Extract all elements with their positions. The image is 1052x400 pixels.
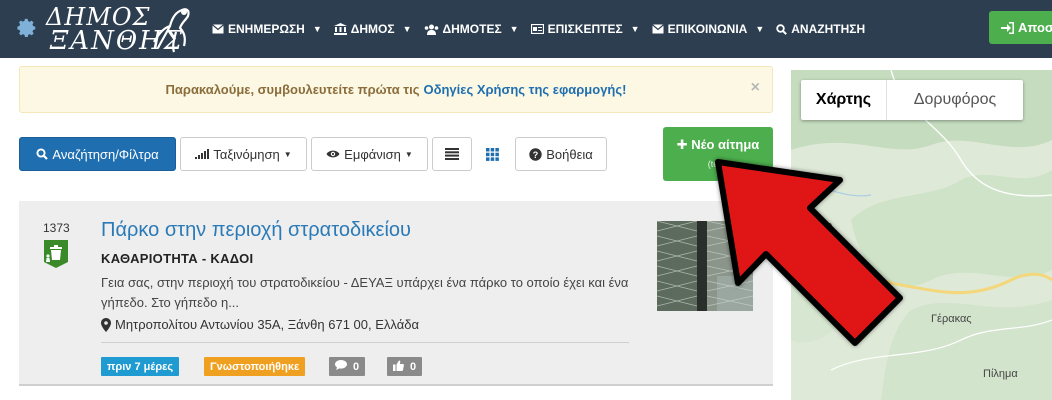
grid-icon bbox=[485, 147, 499, 161]
menu-item-label: ΑΝΑΖΗΤΗΣΗ bbox=[791, 22, 866, 36]
time-badge: πριν 7 μέρες bbox=[101, 357, 180, 376]
envelope-icon bbox=[651, 24, 664, 34]
issue-description: Γεια σας, στην περιοχή του στρατοδικείου… bbox=[101, 275, 629, 310]
tab-map[interactable]: Χάρτης bbox=[801, 80, 887, 120]
top-navbar: ΔΗΜΟΣ ΞΑΝΘΗΣ ΕΝΗΜΕΡΩΣΗ ▼ ΔΗΜΟΣ ▼ ΔΗΜΟΤΕΣ… bbox=[0, 0, 1052, 58]
menu-item-contact[interactable]: ΕΠΙΚΟΙΝΩΝΙΑ ▼ bbox=[651, 22, 765, 36]
search-icon bbox=[36, 148, 49, 160]
caret-down-icon: ▼ bbox=[283, 149, 292, 159]
map-type-tabs: Χάρτης Δορυφόρος bbox=[801, 80, 1023, 120]
menu-item-municipality[interactable]: ΔΗΜΟΣ ▼ bbox=[333, 22, 412, 36]
horse-rider-icon bbox=[153, 8, 190, 53]
map-place-label: Πίλημα bbox=[983, 368, 1018, 380]
issue-photo[interactable] bbox=[657, 221, 753, 311]
grid-view-button[interactable] bbox=[474, 137, 510, 171]
instructions-link[interactable]: Οδηγίες Χρήσης της εφαρμογής! bbox=[424, 82, 627, 97]
gear-icon[interactable] bbox=[16, 17, 38, 39]
login-button[interactable]: Αποσ bbox=[989, 11, 1052, 44]
menu-item-news[interactable]: ΕΝΗΜΕΡΩΣΗ ▼ bbox=[212, 22, 322, 36]
menu-item-label: ΕΝΗΜΕΡΩΣΗ bbox=[228, 22, 305, 36]
menu-item-label: ΕΠΙΣΚΕΠΤΕΣ bbox=[547, 22, 623, 36]
menu-item-label: ΕΠΙΚΟΙΝΩΝΙΑ bbox=[667, 22, 748, 36]
list-view-button[interactable] bbox=[432, 137, 472, 171]
menu-item-label: ΔΗΜΟΣ bbox=[350, 22, 395, 36]
caret-down-icon: ▼ bbox=[402, 24, 412, 34]
map-place-label: ρόμιο bbox=[805, 220, 833, 232]
comment-icon bbox=[335, 360, 347, 373]
sort-label: Ταξινόμηση bbox=[213, 146, 280, 162]
issue-title[interactable]: Πάρκο στην περιοχή στρατοδικείου bbox=[101, 219, 411, 242]
menu-item-search[interactable]: ΑΝΑΖΗΤΗΣΗ bbox=[776, 22, 865, 36]
caret-down-icon: ▼ bbox=[312, 24, 322, 34]
fence-photo bbox=[657, 221, 753, 311]
trash-bin-icon bbox=[44, 240, 68, 268]
instructions-alert: Παρακαλούμε, συμβουλευτείτε πρώτα τις Οδ… bbox=[19, 66, 773, 113]
tab-satellite[interactable]: Δορυφόρος bbox=[887, 80, 1023, 120]
map-marker-icon bbox=[101, 317, 111, 332]
close-icon[interactable]: × bbox=[751, 79, 760, 97]
envelope-icon bbox=[212, 24, 224, 34]
map-place-label: Γέρακας bbox=[931, 313, 972, 325]
likes-count: 0 bbox=[410, 360, 417, 373]
svg-text:?: ? bbox=[533, 150, 539, 160]
new-request-label: Νέο αίτημα bbox=[691, 137, 760, 152]
sign-in-icon bbox=[1001, 21, 1014, 34]
caret-down-icon: ▼ bbox=[755, 24, 765, 34]
new-request-sublabel: (test) bbox=[707, 159, 729, 169]
comments-count: 0 bbox=[353, 360, 360, 373]
users-icon bbox=[424, 24, 439, 35]
question-circle-icon: ? bbox=[529, 147, 542, 161]
municipality-logo[interactable]: ΔΗΜΟΣ ΞΑΝΘΗΣ bbox=[46, 2, 198, 56]
plus-icon: ✚ bbox=[676, 137, 692, 152]
menu-item-citizens[interactable]: ΔΗΜΟΤΕΣ ▼ bbox=[424, 22, 519, 36]
caret-down-icon: ▼ bbox=[509, 24, 519, 34]
issue-id: 1373 bbox=[43, 221, 70, 235]
menu-item-label: ΔΗΜΟΤΕΣ bbox=[442, 22, 502, 36]
eye-icon bbox=[326, 149, 340, 159]
help-button[interactable]: ? Βοήθεια bbox=[515, 137, 607, 171]
main-menu: ΕΝΗΜΕΡΩΣΗ ▼ ΔΗΜΟΣ ▼ ΔΗΜΟΤΕΣ ▼ ΕΠΙΣΚΕΠΤΕΣ… bbox=[212, 0, 877, 58]
comments-badge[interactable]: 0 bbox=[329, 357, 366, 376]
list-icon bbox=[445, 148, 459, 160]
divider bbox=[101, 342, 629, 343]
status-badge: Γνωστοποιήθηκε bbox=[204, 357, 306, 376]
help-label: Βοήθεια bbox=[546, 146, 593, 162]
search-filter-button[interactable]: Αναζήτηση/Φίλτρα bbox=[19, 137, 176, 171]
alert-text: Παρακαλούμε, συμβουλευτείτε πρώτα τις bbox=[165, 82, 420, 97]
id-card-icon bbox=[530, 24, 544, 34]
signal-bars-icon bbox=[195, 149, 210, 159]
bank-icon bbox=[333, 23, 347, 35]
issue-card[interactable]: 1373 Πάρκο στην περιοχή στρατοδικείου ΚΑ… bbox=[19, 201, 773, 386]
search-icon bbox=[776, 23, 788, 35]
issue-address-text: Μητροπολίτου Αντωνίου 35Α, Ξάνθη 671 00,… bbox=[115, 317, 419, 332]
new-request-button[interactable]: ✚ Νέο αίτημα (test) bbox=[663, 127, 773, 181]
caret-down-icon: ▼ bbox=[630, 24, 640, 34]
caret-down-icon: ▼ bbox=[404, 149, 413, 159]
view-dropdown[interactable]: Εμφάνιση ▼ bbox=[311, 137, 428, 171]
login-button-label: Αποσ bbox=[1018, 20, 1052, 35]
map-panel[interactable]: Χάρτης Δορυφόρος ρόμιο Γέρακας Πίλημα bbox=[791, 70, 1052, 400]
thumbs-up-icon bbox=[393, 360, 404, 374]
sort-dropdown[interactable]: Ταξινόμηση ▼ bbox=[180, 137, 307, 171]
likes-badge[interactable]: 0 bbox=[387, 357, 423, 376]
issue-address: Μητροπολίτου Αντωνίου 35Α, Ξάνθη 671 00,… bbox=[101, 317, 419, 332]
view-label: Εμφάνιση bbox=[344, 146, 401, 162]
search-filter-label: Αναζήτηση/Φίλτρα bbox=[52, 146, 159, 162]
menu-item-visitors[interactable]: ΕΠΙΣΚΕΠΤΕΣ ▼ bbox=[530, 22, 640, 36]
issue-category: ΚΑΘΑΡΙΟΤΗΤΑ - ΚΑΔΟΙ bbox=[101, 251, 254, 266]
